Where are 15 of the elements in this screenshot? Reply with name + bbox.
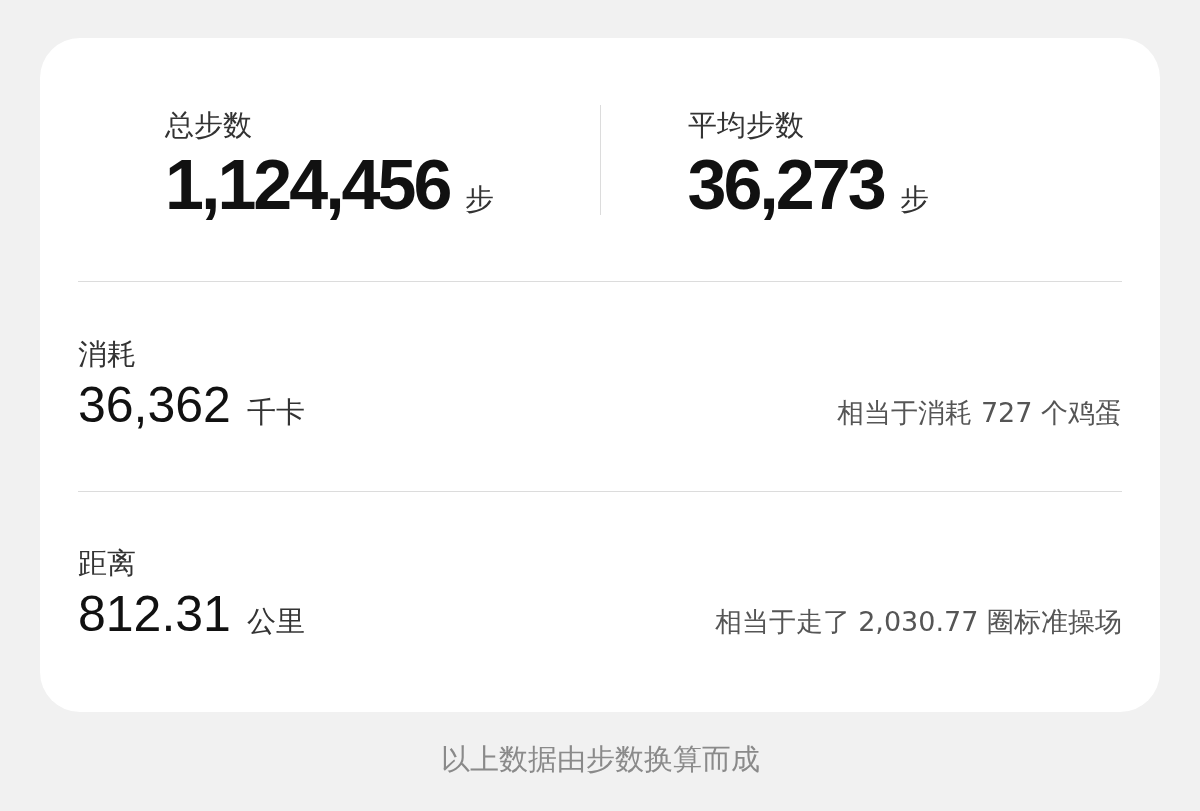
metric-label: 消耗 [78, 335, 137, 373]
footer-note: 以上数据由步数换算而成 [440, 742, 760, 776]
stat-label: 总步数 [165, 106, 253, 144]
metric-label: 距离 [78, 545, 137, 582]
metric-value: 812.31 [78, 586, 231, 642]
stat-unit: 步 [465, 180, 495, 218]
equivalent-note: 相当于走了 2,030.77 圈标准操场 [714, 605, 1122, 639]
metric-unit: 公里 [246, 604, 305, 638]
stat-unit: 步 [899, 180, 929, 218]
metric-value: 36,362 [78, 376, 231, 433]
stat-label: 平均步数 [687, 106, 805, 144]
stat-value: 36,273 [687, 144, 884, 225]
stat-value: 1,124,456 [165, 144, 450, 225]
metric-unit: 千卡 [246, 394, 305, 429]
equivalent-note: 相当于消耗 727 个鸡蛋 [837, 395, 1122, 430]
